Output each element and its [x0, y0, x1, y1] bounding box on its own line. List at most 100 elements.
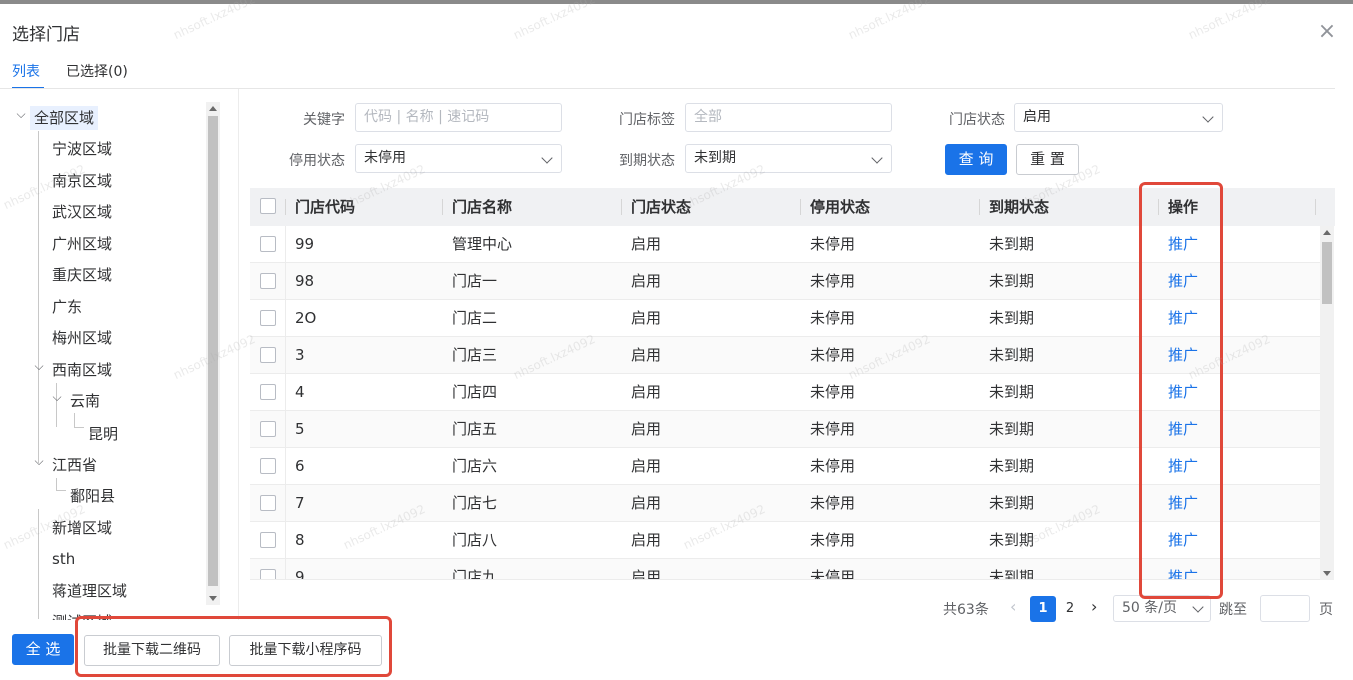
disable-status-select[interactable]: 未停用	[355, 144, 562, 173]
column-header-name[interactable]: 门店名称	[452, 188, 512, 226]
reset-button[interactable]: 重 置	[1016, 144, 1079, 175]
goto-page-input[interactable]	[1260, 595, 1310, 622]
watermark: nhsoft.lxz4092	[846, 0, 933, 43]
chevron-left-icon[interactable]: ‹	[1010, 597, 1016, 616]
cell-code: 8	[295, 531, 305, 549]
promote-link[interactable]: 推广	[1168, 411, 1198, 447]
table-row[interactable]: 8 门店八 启用 未停用 未到期 推广	[250, 522, 1320, 559]
table-scrollbar[interactable]	[1320, 226, 1334, 580]
row-checkbox[interactable]	[260, 310, 276, 326]
tree-item[interactable]: 宁波区域	[52, 137, 112, 161]
tree-item[interactable]: 广东	[52, 295, 82, 319]
chevron-right-icon[interactable]: ›	[1091, 597, 1097, 616]
row-checkbox[interactable]	[260, 236, 276, 252]
tree-item[interactable]: 蒋道理区域	[52, 579, 127, 603]
column-header-disable[interactable]: 停用状态	[810, 188, 870, 226]
table-row[interactable]: 99 管理中心 启用 未停用 未到期 推广	[250, 226, 1320, 263]
cell-code: 7	[295, 494, 305, 512]
page-1[interactable]: 1	[1030, 596, 1056, 622]
table-scrollbar-thumb[interactable]	[1322, 242, 1332, 304]
select-all-button[interactable]: 全 选	[12, 634, 74, 665]
store-status-select[interactable]: 启用	[1014, 103, 1223, 132]
column-separator	[800, 199, 801, 215]
column-separator	[285, 199, 286, 215]
tree-item[interactable]: 昆明	[88, 422, 118, 446]
window-top-edge	[0, 0, 1353, 4]
tree-item[interactable]: 武汉区域	[52, 200, 112, 224]
tree-item[interactable]: 梅州区域	[52, 326, 112, 350]
tree-item[interactable]: 测试区域	[52, 610, 112, 620]
disable-status-value: 未停用	[364, 150, 406, 166]
cell-name: 门店二	[452, 309, 498, 327]
tree-item[interactable]: 江西省	[52, 453, 97, 477]
table-row[interactable]: 9 门店九 启用 未停用 未到期 推广	[250, 559, 1320, 580]
keyword-label: 关键字	[303, 112, 345, 128]
keyword-input[interactable]: 代码 | 名称 | 速记码	[355, 103, 562, 132]
table-row[interactable]: 4 门店四 启用 未停用 未到期 推广	[250, 374, 1320, 411]
scroll-down-icon[interactable]	[209, 596, 217, 601]
scroll-up-icon[interactable]	[209, 106, 217, 111]
tab-selected[interactable]: 已选择(0)	[66, 61, 128, 81]
cell-code: 3	[295, 346, 305, 364]
scroll-down-icon[interactable]	[1323, 571, 1331, 576]
table-row[interactable]: 5 门店五 启用 未停用 未到期 推广	[250, 411, 1320, 448]
table-row[interactable]: 6 门店六 启用 未停用 未到期 推广	[250, 448, 1320, 485]
expire-status-select[interactable]: 未到期	[685, 144, 892, 173]
row-checkbox[interactable]	[260, 532, 276, 548]
chevron-down-icon	[871, 152, 883, 164]
page-suffix: 页	[1319, 602, 1333, 618]
scroll-up-icon[interactable]	[1323, 230, 1331, 235]
promote-link[interactable]: 推广	[1168, 559, 1198, 579]
cell-disable: 未停用	[810, 272, 856, 290]
tree-item-all[interactable]: 全部区域	[30, 106, 99, 130]
cell-status: 启用	[631, 383, 662, 401]
page-2[interactable]: 2	[1057, 596, 1083, 622]
promote-link[interactable]: 推广	[1168, 485, 1198, 521]
promote-link[interactable]: 推广	[1168, 263, 1198, 299]
cell-disable: 未停用	[810, 420, 856, 438]
table-row[interactable]: 98 门店一 启用 未停用 未到期 推广	[250, 263, 1320, 300]
batch-download-qr-button[interactable]: 批量下载二维码	[84, 635, 220, 666]
cell-name: 管理中心	[452, 235, 513, 253]
tree-item[interactable]: 云南	[70, 389, 100, 413]
row-checkbox[interactable]	[260, 458, 276, 474]
promote-link[interactable]: 推广	[1168, 300, 1198, 336]
cell-disable: 未停用	[810, 494, 856, 512]
column-header-status[interactable]: 门店状态	[631, 188, 691, 226]
chevron-down-icon[interactable]: ⌵	[32, 359, 46, 374]
table-row[interactable]: 2O 门店二 启用 未停用 未到期 推广	[250, 300, 1320, 337]
tree-guide-line	[74, 413, 75, 427]
table-header: 门店代码 门店名称 门店状态 停用状态 到期状态 操作	[250, 188, 1335, 226]
cell-status: 启用	[631, 531, 662, 549]
store-tag-select[interactable]: 全部	[685, 103, 892, 132]
tree-item[interactable]: 西南区域	[52, 358, 112, 382]
chevron-down-icon[interactable]: ⌵	[32, 454, 46, 469]
cell-status: 启用	[631, 235, 662, 253]
cell-name: 门店四	[452, 383, 498, 401]
row-checkbox[interactable]	[260, 421, 276, 437]
row-checkbox[interactable]	[260, 569, 276, 579]
page-size-select[interactable]: 50 条/页	[1113, 595, 1211, 622]
row-checkbox[interactable]	[260, 384, 276, 400]
cell-expire: 未到期	[989, 383, 1035, 401]
column-separator	[621, 199, 622, 215]
tree-item[interactable]: 广州区域	[52, 232, 112, 256]
query-button[interactable]: 查 询	[945, 144, 1007, 175]
tab-list[interactable]: 列表	[12, 61, 40, 81]
tree-item[interactable]: 重庆区域	[52, 263, 112, 287]
promote-link[interactable]: 推广	[1168, 522, 1198, 558]
row-checkbox[interactable]	[260, 347, 276, 363]
chevron-down-icon[interactable]: ⌵	[14, 107, 28, 122]
tree-item[interactable]: sth	[52, 547, 75, 571]
select-all-checkbox[interactable]	[260, 198, 276, 214]
dialog-title: 选择门店	[12, 25, 80, 45]
row-checkbox[interactable]	[260, 495, 276, 511]
row-checkbox[interactable]	[260, 273, 276, 289]
promote-link[interactable]: 推广	[1168, 226, 1198, 262]
chevron-down-icon[interactable]: ⌵	[50, 390, 64, 405]
column-separator	[979, 199, 980, 215]
close-icon[interactable]: ×	[1316, 21, 1338, 43]
promote-link[interactable]: 推广	[1168, 448, 1198, 484]
table-row[interactable]: 3 门店三 启用 未停用 未到期 推广	[250, 337, 1320, 374]
batch-download-miniprogram-button[interactable]: 批量下载小程序码	[229, 635, 382, 666]
